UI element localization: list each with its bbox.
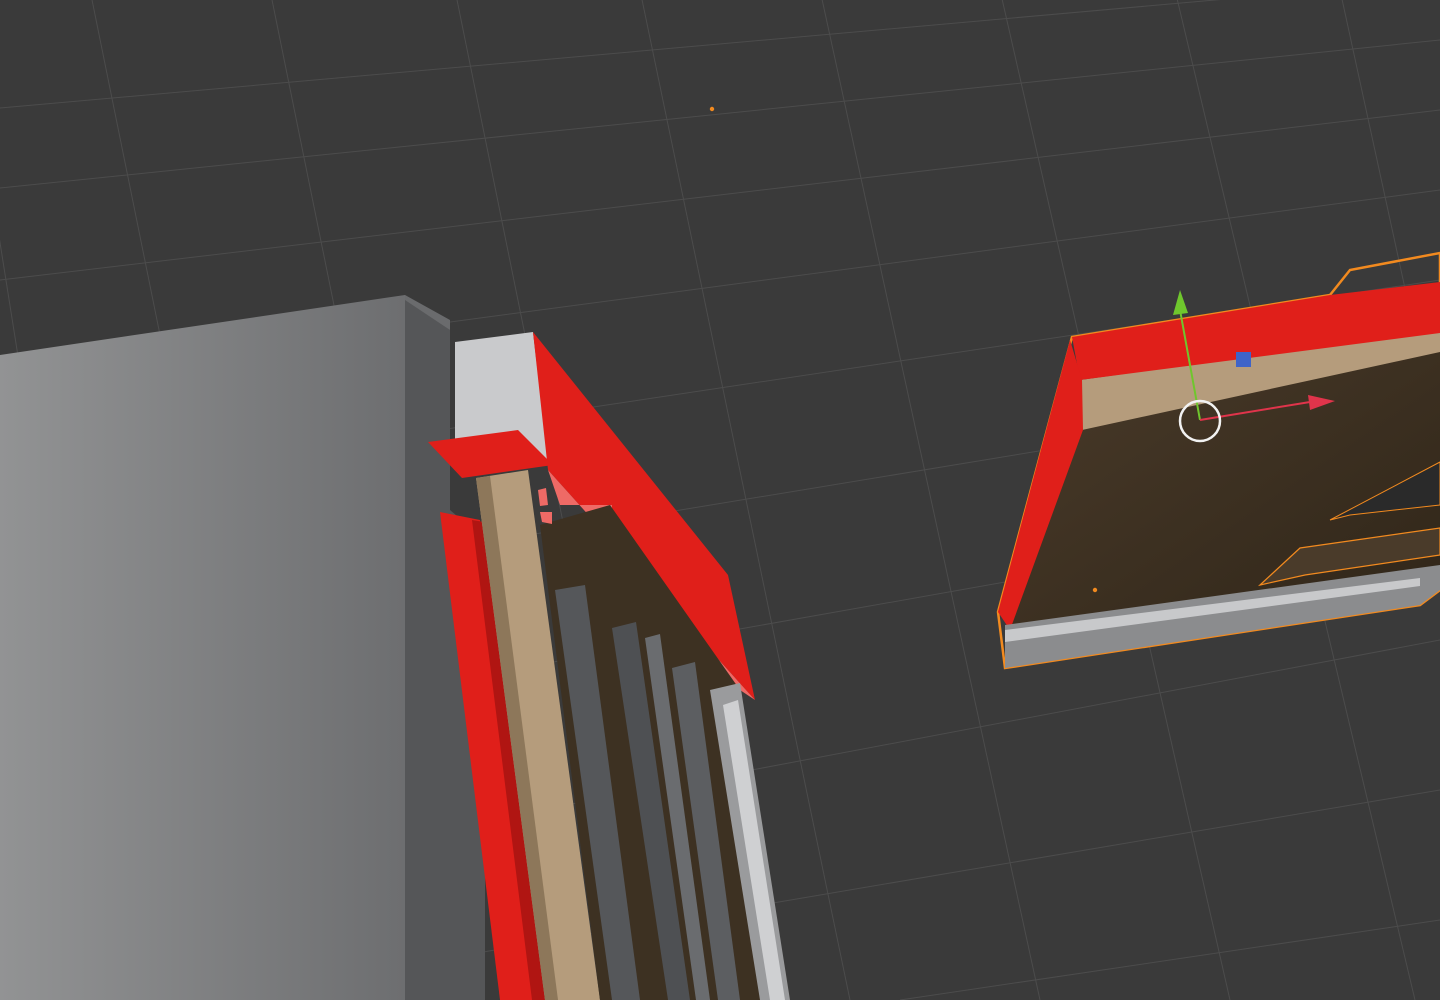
z-axis[interactable] xyxy=(1236,352,1251,367)
cabinet-box[interactable] xyxy=(0,295,485,1000)
3d-viewport[interactable] xyxy=(0,0,1440,1000)
cabinet-front-face xyxy=(0,295,405,1000)
object-origin-point xyxy=(1092,587,1098,593)
empty-origin-point[interactable] xyxy=(709,106,715,112)
